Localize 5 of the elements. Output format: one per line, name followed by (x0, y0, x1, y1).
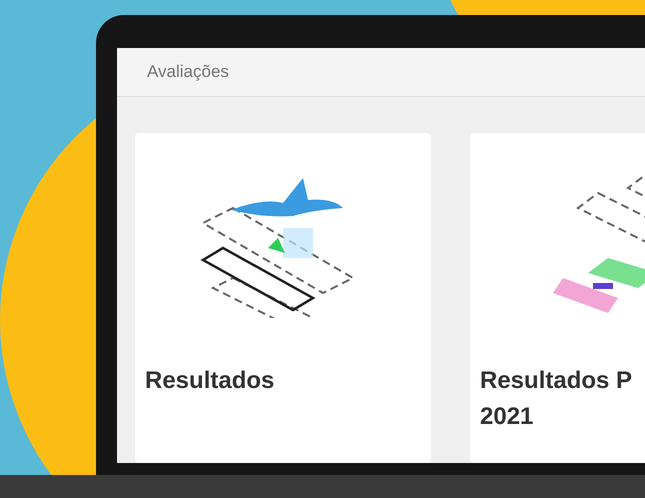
card[interactable]: Resultados (135, 133, 431, 463)
card-title: Resultados P 2021 (480, 366, 633, 432)
card[interactable]: Resultados P 2021 (470, 133, 645, 463)
card-title: Resultados (145, 366, 276, 396)
page-title: Avaliações (147, 61, 229, 84)
